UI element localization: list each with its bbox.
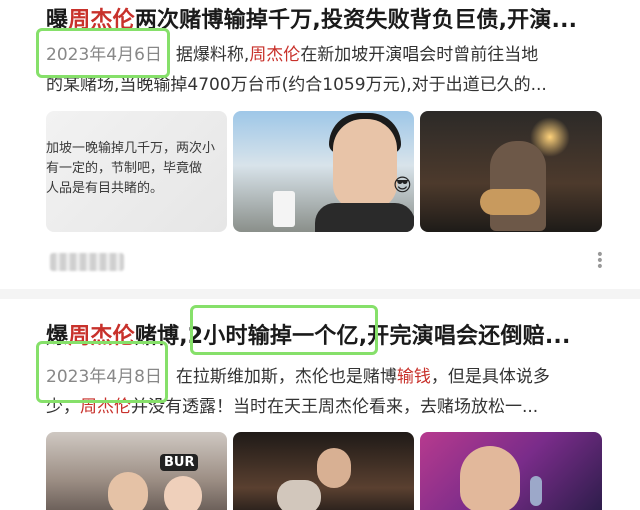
title-boxed-phrase: 2小时输掉一个亿 bbox=[187, 324, 359, 349]
result-snippet: 2023年4月6日 据爆料称,周杰伦在新加坡开演唱会时曾前往当地 的某赌场,当晚输… bbox=[46, 40, 612, 100]
title-prefix: 曝 bbox=[46, 8, 69, 33]
snippet-text-b: 在新加坡开演唱会时曾前往当地 bbox=[300, 45, 539, 65]
search-result-1[interactable]: 曝周杰伦两次赌博输掉千万,投资失败背负巨债,开演... 2023年4月6日 据爆料… bbox=[0, 0, 640, 288]
title-keyword: 周杰伦 bbox=[68, 324, 135, 349]
result-snippet-2: 2023年4月8日 在拉斯维加斯，杰伦也是赌博输钱，但是具体说多 少，周杰伦并没有… bbox=[46, 362, 612, 422]
coffee-cup-shape bbox=[273, 191, 295, 227]
thumbnail-text-screenshot[interactable]: 加坡一晚输掉几千万，两次小 有一定的，节制吧，毕竟做 人品是有目共睹的。 bbox=[46, 111, 227, 232]
thumbnail-text: 加坡一晚输掉几千万，两次小 有一定的，节制吧，毕竟做 人品是有目共睹的。 bbox=[46, 141, 216, 196]
snippet-keyword: 周杰伦 bbox=[249, 45, 301, 65]
title-mid: 赌博, bbox=[134, 324, 188, 349]
thumbnail-with-dog[interactable] bbox=[233, 432, 414, 510]
face-shape bbox=[317, 448, 351, 488]
snippet-line-2: 少，周杰伦并没有透露！当时在天王周杰伦看来，去赌场放松一... bbox=[46, 392, 612, 422]
performer-shape bbox=[490, 141, 546, 231]
thumbnail-row: 加坡一晚输掉几千万，两次小 有一定的，节制吧，毕竟做 人品是有目共睹的。 😎 bbox=[46, 111, 602, 232]
shirt-shape bbox=[315, 203, 414, 232]
snippet-line-1: 2023年4月6日 据爆料称,周杰伦在新加坡开演唱会时曾前往当地 bbox=[46, 40, 612, 70]
snippet-line-1: 2023年4月8日 在拉斯维加斯，杰伦也是赌博输钱，但是具体说多 bbox=[46, 362, 612, 392]
guitar-shape bbox=[480, 189, 540, 215]
face-shape bbox=[108, 472, 148, 510]
dog-shape bbox=[277, 480, 321, 510]
face-shape bbox=[333, 119, 397, 209]
snippet-text-a: 据爆料称, bbox=[175, 45, 250, 65]
thumbnail-guitar-stage[interactable] bbox=[420, 111, 602, 232]
snippet-keyword-name: 周杰伦 bbox=[80, 397, 131, 417]
title-prefix: 爆 bbox=[46, 324, 69, 349]
result-title-2[interactable]: 爆周杰伦赌博,2小时输掉一个亿,开完演唱会还倒赔... bbox=[46, 318, 616, 350]
publish-date: 2023年4月6日 bbox=[46, 45, 162, 65]
thumbnail-concert-closeup[interactable] bbox=[420, 432, 602, 510]
sunglasses-emoji-icon: 😎 bbox=[393, 175, 412, 196]
face-shape-2 bbox=[164, 476, 202, 510]
result-title[interactable]: 曝周杰伦两次赌博输掉千万,投资失败背负巨债,开演... bbox=[46, 2, 616, 34]
source-logo-blurred bbox=[50, 253, 124, 271]
result-divider bbox=[0, 289, 640, 299]
snippet-line2-b: 并没有透露！当时在天王周杰伦看来，去赌场放松一... bbox=[131, 397, 539, 417]
thumbnail-couple-photo[interactable]: BUR bbox=[46, 432, 227, 510]
snippet-line2-a: 少， bbox=[46, 397, 80, 417]
thumbnail-portrait-outdoor[interactable]: 😎 bbox=[233, 111, 414, 232]
snippet-text-b: ，但是具体说多 bbox=[430, 367, 550, 387]
title-rest: 两次赌博输掉千万,投资失败背负巨债,开演... bbox=[134, 8, 578, 33]
snippet-keyword: 输钱 bbox=[396, 367, 431, 387]
title-keyword: 周杰伦 bbox=[68, 8, 135, 33]
face-shape bbox=[460, 446, 520, 510]
cap-text: BUR bbox=[160, 454, 199, 471]
snippet-text-a: 在拉斯维加斯，杰伦也是赌博 bbox=[175, 367, 397, 387]
title-rest: ,开完演唱会还倒赔... bbox=[358, 324, 571, 349]
snippet-line-2: 的某赌场,当晚输掉4700万台币(约合1059万元),对于出道已久的... bbox=[46, 75, 547, 95]
more-options-icon[interactable]: • • • bbox=[596, 248, 604, 274]
earpiece-shape bbox=[530, 476, 542, 506]
publish-date: 2023年4月8日 bbox=[46, 367, 162, 387]
thumbnail-row-2: BUR bbox=[46, 432, 602, 510]
